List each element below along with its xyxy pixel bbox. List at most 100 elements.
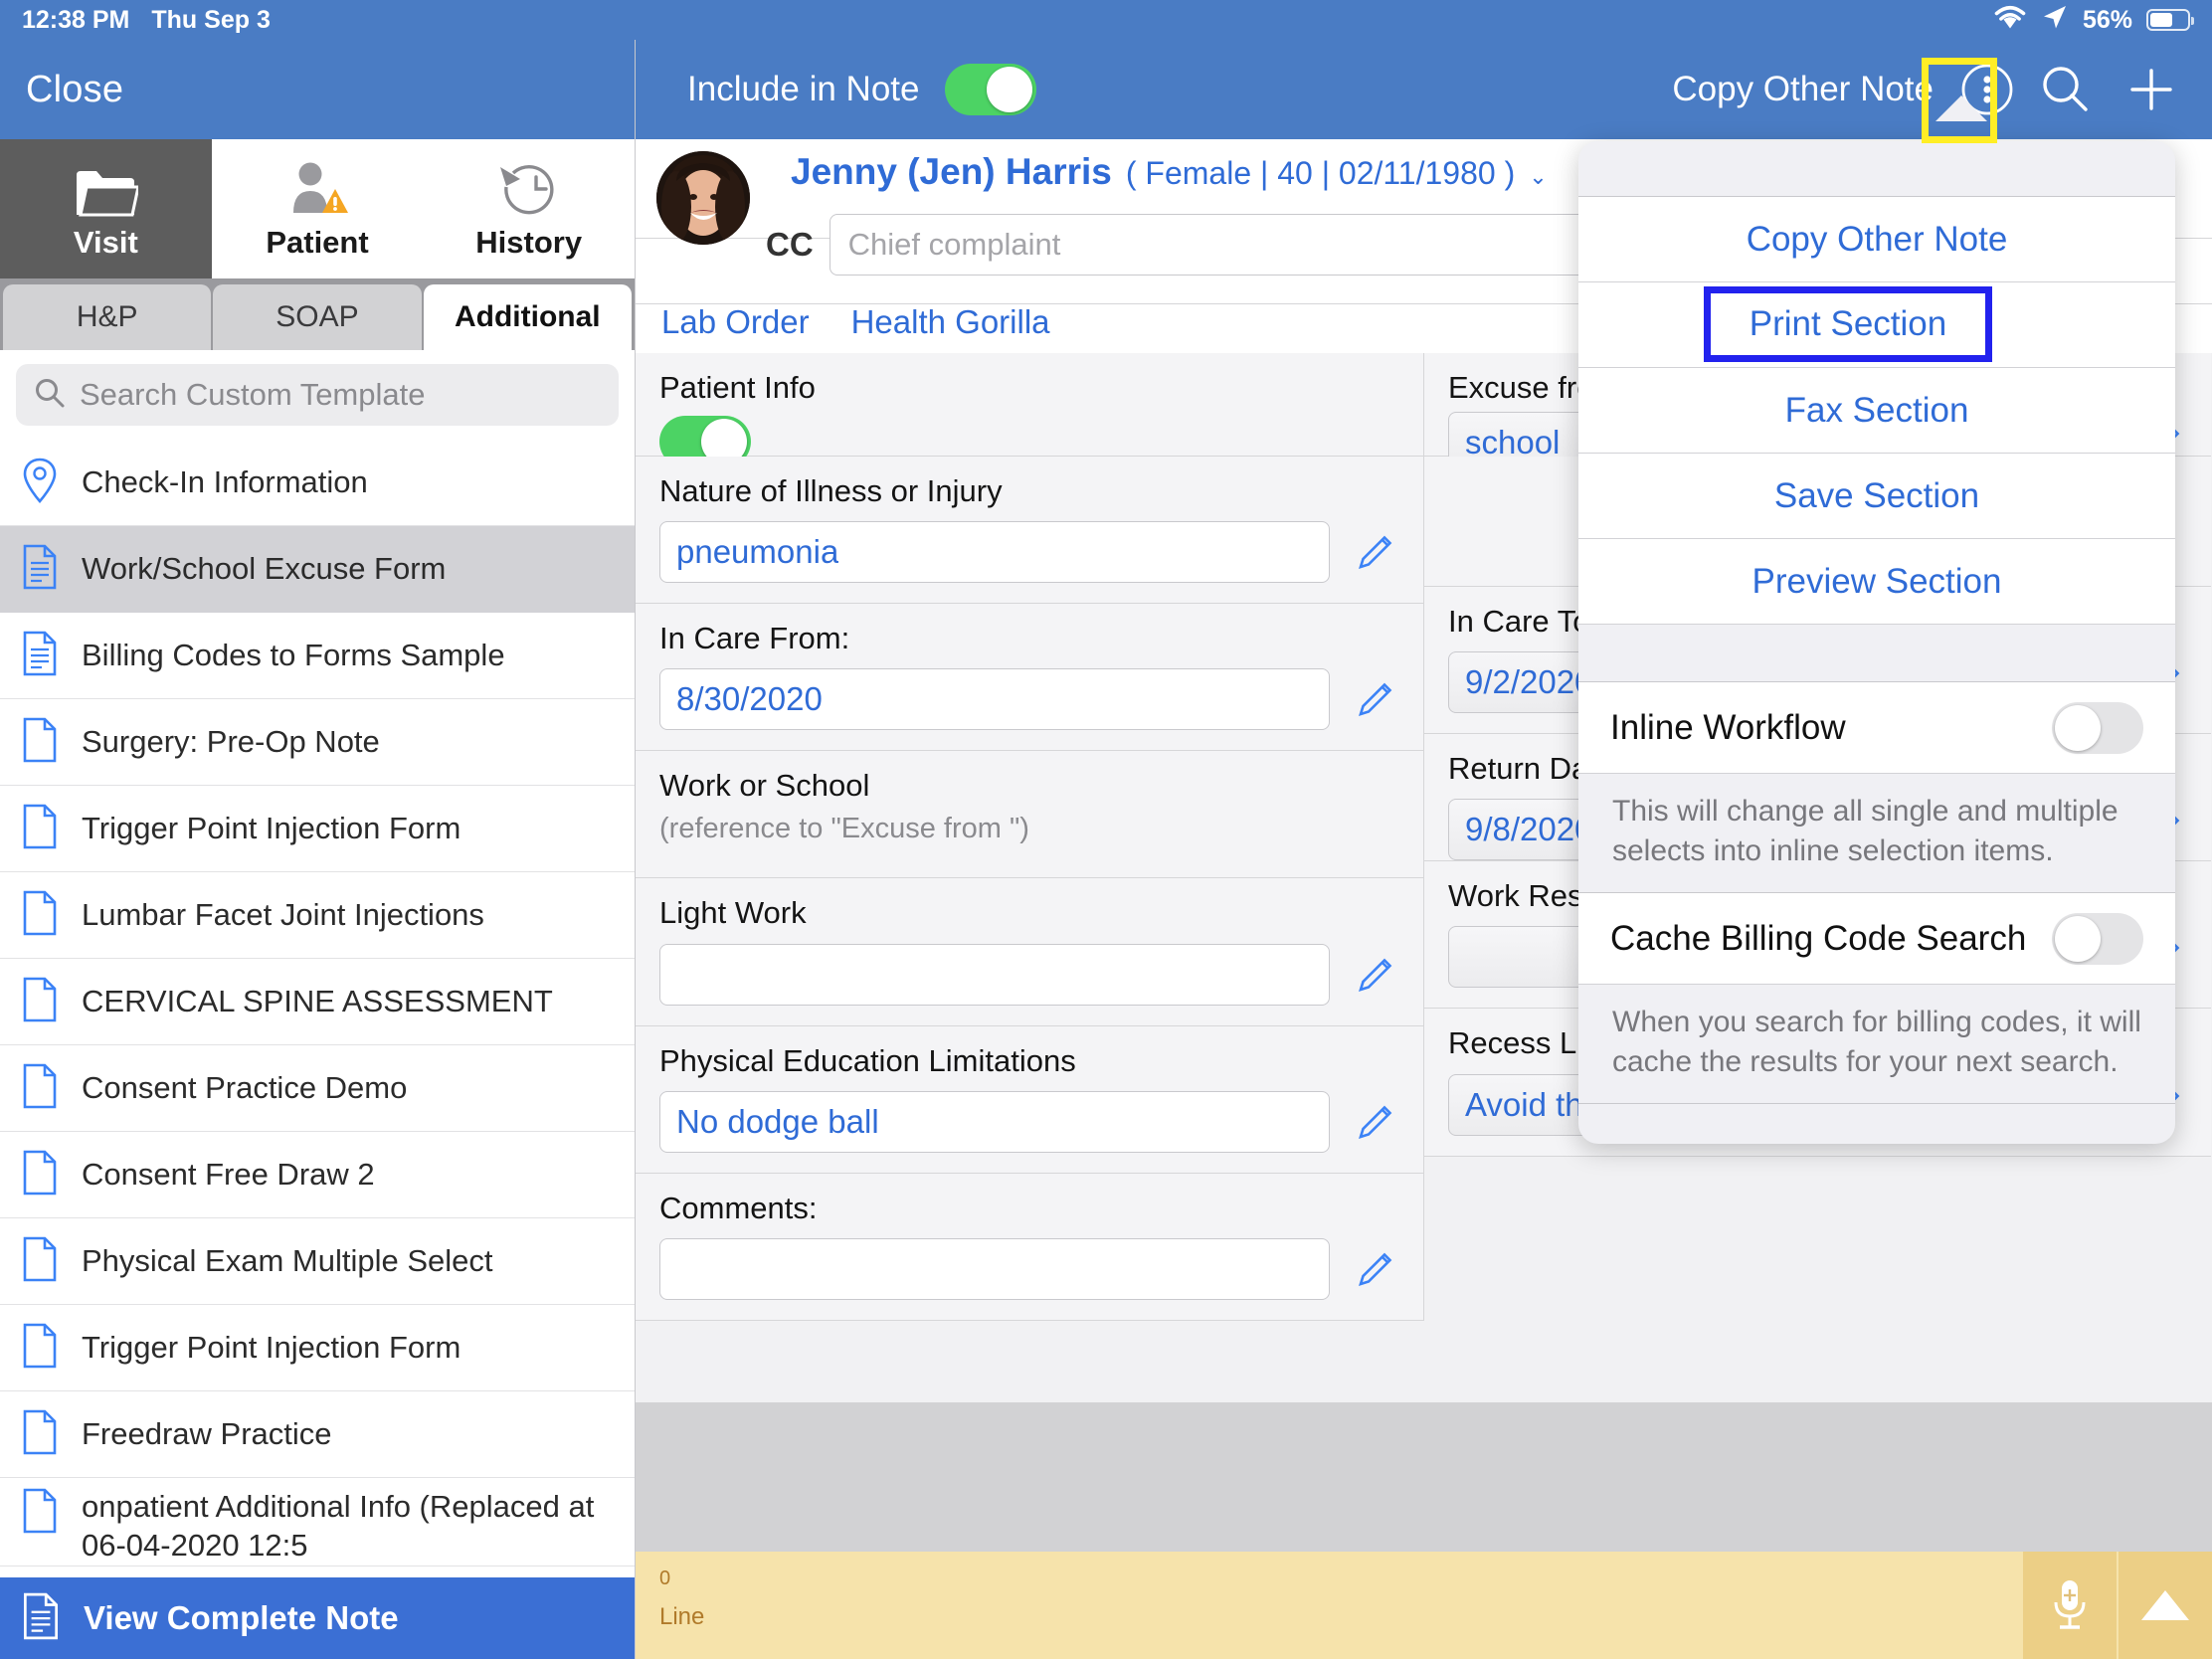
list-item[interactable]: onpatient Additional Info (Replaced at 0… (0, 1478, 635, 1567)
view-complete-note-button[interactable]: View Complete Note (0, 1577, 635, 1659)
document-blank-icon (22, 1236, 58, 1287)
status-bar: 12:38 PM Thu Sep 3 56% (0, 0, 2212, 40)
popover-item-print-section[interactable]: Print Section (1578, 282, 2175, 368)
sidebar-search-wrap: Search Custom Template (0, 350, 635, 440)
popover-setting-inline-workflow: Inline Workflow (1578, 682, 2175, 774)
setting-label: Cache Billing Code Search (1610, 918, 2027, 958)
sidebar-tab-visit[interactable]: Visit (0, 139, 212, 278)
list-item[interactable]: Freedraw Practice (0, 1391, 635, 1478)
pencil-edit-icon[interactable] (1352, 675, 1399, 723)
document-blank-icon (22, 977, 58, 1027)
pencil-edit-icon[interactable] (1352, 528, 1399, 576)
pe-limitations-input[interactable]: No dodge ball (659, 1090, 1330, 1153)
tab-additional[interactable]: Additional (423, 284, 632, 350)
cache-billing-code-search-toggle[interactable] (2052, 912, 2143, 965)
list-item[interactable]: Consent Practice Demo (0, 1045, 635, 1132)
sidebar-tab-history[interactable]: History (423, 139, 635, 278)
sidebar-tab-history-label: History (475, 225, 583, 260)
sidebar-pill-tabs: H&P SOAP Additional (0, 278, 635, 350)
copy-other-note-button[interactable]: Copy Other Note (1672, 70, 1934, 109)
document-lines-icon (22, 1592, 60, 1645)
patient-meta: ( Female | 40 | 02/11/1980 ) (1125, 155, 1516, 191)
quick-links: Lab Order Health Gorilla (661, 303, 1050, 341)
list-item-label: Check-In Information (82, 464, 368, 499)
field-value: 8/30/2020 (676, 680, 823, 718)
popover-item-copy-other-note[interactable]: Copy Other Note (1578, 197, 2175, 282)
list-item-label: onpatient Additional Info (Replaced at 0… (82, 1489, 595, 1563)
avatar (656, 151, 750, 245)
list-item[interactable]: Check-In Information (0, 440, 635, 526)
chevron-down-icon[interactable]: ⌄ (1529, 164, 1547, 190)
list-item[interactable]: Consent Free Draw 2 (0, 1132, 635, 1218)
sidebar-tab-patient[interactable]: Patient (211, 139, 424, 278)
field-comments: Comments: (636, 1173, 1423, 1321)
line-count: 0 (659, 1567, 671, 1589)
chief-complaint-placeholder: Chief complaint (847, 227, 1061, 262)
tab-soap[interactable]: SOAP (213, 284, 422, 350)
chief-complaint-input[interactable]: Chief complaint (829, 214, 1705, 276)
popover-item-preview-section[interactable]: Preview Section (1578, 539, 2175, 625)
document-blank-icon (22, 1323, 58, 1374)
document-blank-icon (22, 1150, 58, 1200)
lab-order-link[interactable]: Lab Order (661, 303, 810, 341)
popover-item-fax-section[interactable]: Fax Section (1578, 368, 2175, 454)
search-custom-template-input[interactable]: Search Custom Template (16, 364, 619, 426)
microphone-plus-icon[interactable] (2021, 1552, 2117, 1659)
list-item[interactable]: Surgery: Pre-Op Note (0, 699, 635, 786)
include-in-note-toggle[interactable] (945, 64, 1037, 115)
health-gorilla-link[interactable]: Health Gorilla (851, 303, 1050, 341)
comments-input[interactable] (659, 1237, 1330, 1300)
template-list[interactable]: Check-In Information Work/School Excuse … (0, 440, 635, 1611)
location-pin-icon (22, 457, 58, 509)
list-item[interactable]: Trigger Point Injection Form (0, 786, 635, 872)
list-item[interactable]: Trigger Point Injection Form (0, 1305, 635, 1391)
field-label: Nature of Illness or Injury (659, 473, 1003, 508)
inline-workflow-toggle[interactable] (2052, 701, 2143, 754)
app-root: 12:38 PM Thu Sep 3 56% Close Visit Patie… (0, 0, 2212, 1659)
popover-top-padding (1578, 141, 2175, 197)
pencil-edit-icon[interactable] (1352, 1245, 1399, 1293)
field-work-or-school: Work or School (reference to "Excuse fro… (636, 751, 1423, 879)
pencil-edit-icon[interactable] (1352, 951, 1399, 999)
list-item[interactable]: Physical Exam Multiple Select (0, 1218, 635, 1305)
nature-of-illness-input[interactable]: pneumonia (659, 521, 1330, 584)
field-light-work: Light Work (636, 878, 1423, 1026)
pencil-edit-icon[interactable] (1352, 1098, 1399, 1146)
document-blank-icon (22, 1488, 58, 1539)
sidebar: Close Visit Patient History H&P SOAP Add… (0, 40, 636, 1659)
status-date: Thu Sep 3 (151, 5, 271, 34)
plus-icon[interactable] (2109, 47, 2194, 132)
popover-item-save-section[interactable]: Save Section (1578, 454, 2175, 539)
form-column-left: Patient Info Nature of Illness or Injury… (636, 353, 1423, 1321)
list-item-label: Consent Free Draw 2 (82, 1157, 375, 1192)
list-item-label: Freedraw Practice (82, 1416, 332, 1451)
document-blank-icon (22, 1409, 58, 1460)
list-item-label: Physical Exam Multiple Select (82, 1243, 493, 1278)
list-item[interactable]: Lumbar Facet Joint Injections (0, 872, 635, 959)
field-nature-of-illness: Nature of Illness or Injury pneumonia (636, 457, 1423, 605)
field-label: Comments: (659, 1190, 818, 1225)
field-pe-limitations: Physical Education Limitations No dodge … (636, 1025, 1423, 1174)
setting-description: This will change all single and multiple… (1612, 795, 2119, 867)
location-arrow-icon (2041, 3, 2069, 38)
document-blank-icon (22, 1063, 58, 1114)
light-work-input[interactable] (659, 943, 1330, 1006)
sidebar-segment-tabs: Visit Patient History (0, 139, 635, 278)
list-item[interactable]: Billing Codes to Forms Sample (0, 613, 635, 699)
list-item[interactable]: Work/School Excuse Form (0, 526, 635, 613)
in-care-from-input[interactable]: 8/30/2020 (659, 668, 1330, 731)
triangle-up-icon[interactable] (2117, 1552, 2212, 1659)
status-time: 12:38 PM (22, 5, 130, 34)
search-icon[interactable] (2023, 47, 2109, 132)
list-item-label: Surgery: Pre-Op Note (82, 724, 380, 759)
field-label: Physical Education Limitations (659, 1042, 1076, 1078)
tab-hp[interactable]: H&P (3, 284, 212, 350)
list-item[interactable]: CERVICAL SPINE ASSESSMENT (0, 959, 635, 1045)
list-item-label: Consent Practice Demo (82, 1070, 408, 1105)
document-blank-icon (22, 717, 58, 768)
patient-name: Jenny (Jen) Harris (791, 151, 1112, 192)
patient-name-row[interactable]: Jenny (Jen) Harris ( Female | 40 | 02/11… (791, 151, 1548, 193)
field-in-care-from: In Care From: 8/30/2020 (636, 604, 1423, 752)
close-button[interactable]: Close (26, 69, 123, 111)
folder-icon (73, 157, 139, 219)
